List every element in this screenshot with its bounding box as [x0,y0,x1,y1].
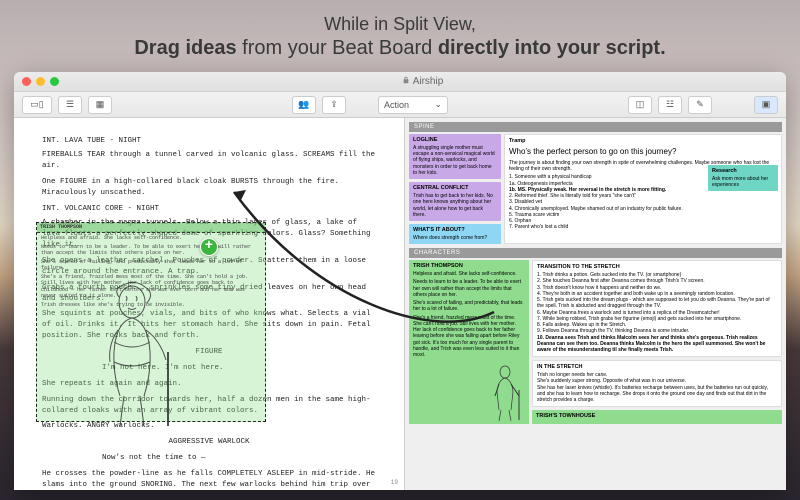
conflict-card[interactable]: CENTRAL CONFLICTTrish has to get back to… [409,182,501,221]
view-mode-button[interactable]: ▭▯ [22,96,52,114]
app-window: Airship ▭▯ ☰ ▦ 👥 ⇪ Action⌄ ◫ ☳ ✎ ▣ INT. … [14,72,786,490]
cards-button[interactable]: ▦ [88,96,112,114]
titlebar: Airship [14,72,786,92]
beat-card-transition[interactable]: TRANSITION TO THE STRETCH 1. Trish drink… [532,260,782,357]
character-cue: AGGRESSIVE WARLOCK [42,437,376,448]
dialogue: Now's not the time to — [42,453,376,464]
beat-board[interactable]: SPINE LOGLINEA struggling single mother … [405,118,786,490]
logline-card[interactable]: LOGLINEA struggling single mother must e… [409,134,501,179]
character-illustration [489,364,527,422]
drop-add-icon: + [200,238,218,256]
action-paragraph: He crosses the powder-line as he falls C… [42,469,376,490]
page-number: 19 [391,479,398,488]
inspector-button[interactable]: ▣ [754,96,778,114]
share-button[interactable]: ⇪ [322,96,346,114]
spine-section-header: SPINE [409,122,782,132]
format-button[interactable]: ✎ [688,96,712,114]
action-paragraph: FIREBALLS TEAR through a tunnel carved i… [42,150,376,172]
about-card[interactable]: WHAT'S IT ABOUT?Where does strength come… [409,224,501,244]
scene-heading: INT. LAVA TUBE - NIGHT [42,136,376,147]
close-icon[interactable] [22,77,31,86]
research-card[interactable]: ResearchAsk mom more about her experienc… [708,165,778,191]
marketing-headline: While in Split View, Drag ideas from you… [0,14,800,60]
character-card-trish[interactable]: TRISH THOMPSON Helpless and afraid. She … [409,260,529,424]
beat-card-townhouse[interactable]: TRISH'S TOWNHOUSE [532,410,782,424]
document-title: Airship [67,76,778,87]
chevron-down-icon: ⌄ [434,99,442,110]
maximize-icon[interactable] [50,77,59,86]
script-editor[interactable]: INT. LAVA TUBE - NIGHT FIREBALLS TEAR th… [14,118,404,490]
collaboration-button[interactable]: 👥 [292,96,316,114]
navigator-button[interactable]: ☳ [658,96,682,114]
element-type-select[interactable]: Action⌄ [378,96,448,114]
lock-icon [402,76,410,84]
beat-card-stretch[interactable]: IN THE STRETCH Trish no longer needs her… [532,360,782,407]
character-illustration [84,282,194,432]
toolbar: ▭▯ ☰ ▦ 👥 ⇪ Action⌄ ◫ ☳ ✎ ▣ [14,92,786,118]
split-button[interactable]: ◫ [628,96,652,114]
action-paragraph: One FIGURE in a high-collared black cloa… [42,177,376,199]
minimize-icon[interactable] [36,77,45,86]
characters-section-header: CHARACTERS [409,248,782,258]
scene-heading: INT. VOLCANIC CORE - NIGHT [42,204,376,215]
outline-button[interactable]: ☰ [58,96,82,114]
tramp-card[interactable]: Tramp Who's the perfect person to go on … [504,134,782,244]
